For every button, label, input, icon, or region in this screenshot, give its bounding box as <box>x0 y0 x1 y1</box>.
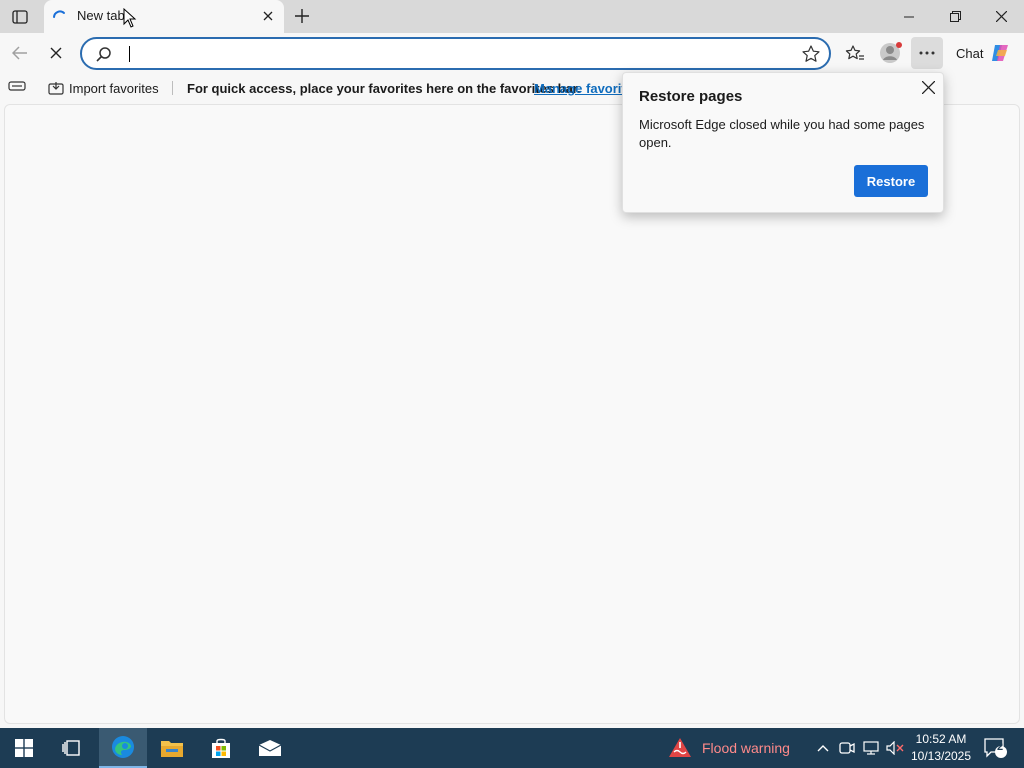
mail-button[interactable] <box>246 728 294 768</box>
favorites-hint-text: For quick access, place your favorites h… <box>187 81 581 96</box>
copilot-icon <box>992 45 1009 61</box>
weather-widget[interactable]: Flood warning <box>668 728 790 768</box>
taskbar: Flood warning 10:52 AM 10/13/2025 2 <box>0 728 1024 768</box>
start-button[interactable] <box>0 728 48 768</box>
tab-actions-icon[interactable] <box>6 4 34 30</box>
network-icon <box>863 741 879 755</box>
more-icon <box>919 51 935 55</box>
edge-icon <box>112 736 134 758</box>
import-icon <box>48 82 64 95</box>
task-view-button[interactable] <box>48 728 96 768</box>
tab-new-tab[interactable]: New tab <box>44 0 284 33</box>
store-icon <box>212 738 230 758</box>
mail-icon <box>258 740 282 756</box>
edge-taskbar-button[interactable] <box>99 728 147 768</box>
restore-pages-dialog: Restore pages Microsoft Edge closed whil… <box>622 72 944 213</box>
clock-time: 10:52 AM <box>915 732 967 746</box>
close-icon <box>921 80 935 94</box>
import-favorites-button[interactable]: Import favorites <box>48 78 159 98</box>
title-bar: New tab <box>0 0 1024 33</box>
profile-button[interactable] <box>875 37 907 69</box>
network-button[interactable] <box>860 728 882 768</box>
plus-icon <box>295 9 309 23</box>
clock-date: 10/13/2025 <box>910 749 972 763</box>
toolbar: Chat <box>0 33 1024 73</box>
restore-button[interactable]: Restore <box>854 165 928 197</box>
volume-button[interactable] <box>884 728 906 768</box>
favorites-icon <box>845 45 864 60</box>
restore-window-icon <box>949 11 961 22</box>
store-button[interactable] <box>197 728 245 768</box>
file-explorer-button[interactable] <box>148 728 196 768</box>
mouse-cursor-icon <box>123 8 137 28</box>
chat-label: Chat <box>956 45 984 61</box>
show-hidden-icons-button[interactable] <box>812 728 834 768</box>
new-tab-button[interactable] <box>288 3 316 29</box>
more-button[interactable] <box>911 37 943 69</box>
import-favorites-label: Import favorites <box>69 80 159 96</box>
divider <box>172 81 173 95</box>
close-icon <box>995 11 1007 22</box>
address-input[interactable] <box>126 43 766 65</box>
file-explorer-icon <box>161 741 183 757</box>
dialog-title: Restore pages <box>639 88 743 105</box>
tab-title: New tab <box>77 8 125 23</box>
favorites-button[interactable] <box>839 37 871 69</box>
back-button[interactable] <box>4 37 36 69</box>
dialog-close-button[interactable] <box>919 78 937 96</box>
search-icon <box>96 47 111 62</box>
address-bar[interactable] <box>80 37 831 70</box>
star-icon[interactable] <box>801 44 821 64</box>
meet-icon <box>839 742 855 754</box>
flood-warning-icon <box>669 738 691 757</box>
volume-muted-icon <box>886 741 904 755</box>
minimize-icon <box>904 16 914 17</box>
profile-icon <box>880 42 902 63</box>
windows-start-icon <box>15 739 33 757</box>
maximize-button[interactable] <box>932 0 978 33</box>
close-window-button[interactable] <box>978 0 1024 33</box>
notification-count: 2 <box>996 741 1004 753</box>
stop-button[interactable] <box>40 37 72 69</box>
chat-button[interactable]: Chat <box>950 37 1020 69</box>
favorites-bar-toggle-icon[interactable] <box>8 79 26 98</box>
meet-now-button[interactable] <box>836 728 858 768</box>
spinner-icon <box>53 10 65 18</box>
text-caret <box>129 46 130 62</box>
close-icon[interactable] <box>260 8 276 24</box>
dialog-message: Microsoft Edge closed while you had some… <box>639 117 925 150</box>
chevron-up-icon <box>817 745 829 752</box>
clock[interactable]: 10:52 AM 10/13/2025 <box>908 731 974 765</box>
minimize-button[interactable] <box>886 0 932 33</box>
stop-icon <box>50 47 62 59</box>
manage-favorites-link[interactable]: Manage favorites <box>534 81 624 96</box>
weather-text: Flood warning <box>702 740 790 756</box>
task-view-icon <box>62 740 80 756</box>
notification-center-button[interactable]: 2 <box>980 728 1010 768</box>
back-icon <box>12 46 27 60</box>
